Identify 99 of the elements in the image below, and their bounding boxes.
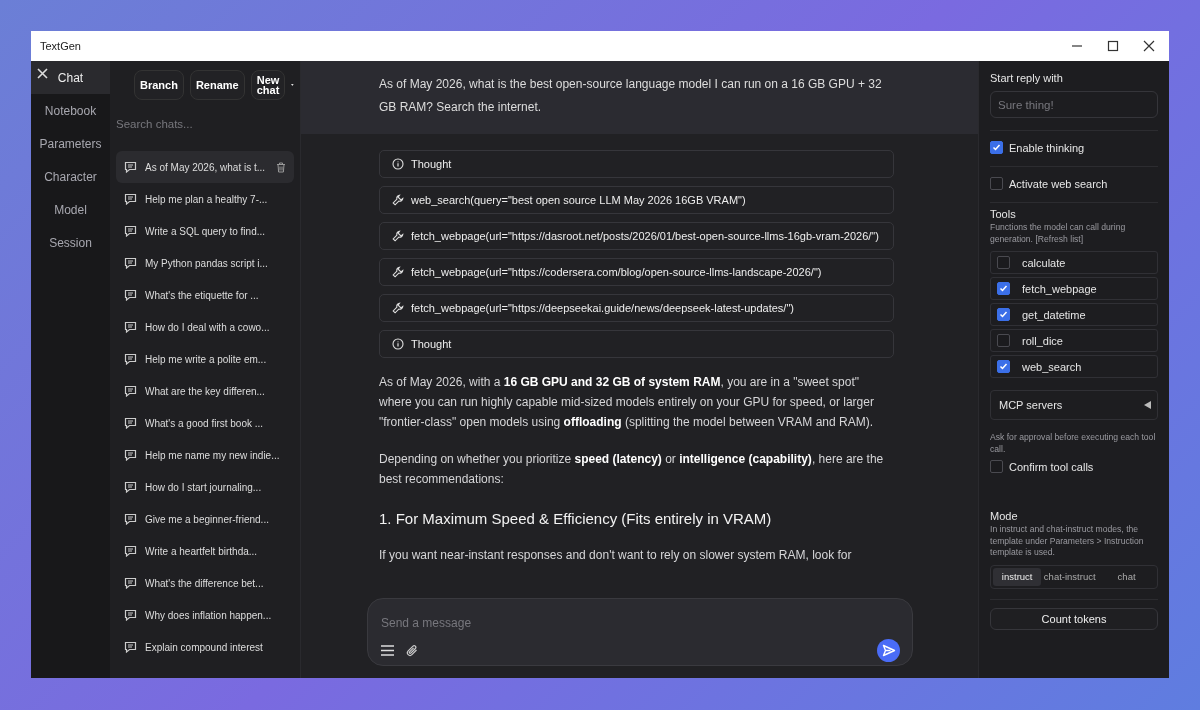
checkbox-label: Confirm tool calls: [1009, 460, 1094, 473]
chat-bubble-icon: [124, 321, 137, 333]
nav-tab[interactable]: Character: [31, 160, 110, 193]
chat-bubble-icon: [124, 481, 137, 493]
checkbox-label: Activate web search: [1009, 177, 1108, 190]
mode-option[interactable]: instruct: [993, 567, 1042, 586]
chat-item[interactable]: Give me a beginner-friend...: [116, 503, 294, 535]
user-message: As of May 2026, what is the best open-source language model I can run on a 16 GB GPU + 32 GB RAM? Search the internet.: [379, 76, 883, 116]
nav-tab[interactable]: Notebook: [31, 94, 110, 127]
reply-paragraph: If you want near-instant responses and don't want to rely on slower system RAM, look for: [379, 547, 853, 564]
checkbox[interactable]: [997, 256, 1010, 269]
reply-paragraph: Depending on whether you prioritize speed (latency) or intelligence (capability), here are the best recommendations:: [379, 451, 885, 488]
chat-item[interactable]: What are the key differen...: [116, 375, 294, 407]
tool-option[interactable]: calculate: [990, 251, 1158, 274]
chat-item[interactable]: What's the etiquette for ...: [116, 279, 294, 311]
chat-bubble-icon: [124, 577, 137, 589]
chat-bubble-icon: [124, 385, 137, 397]
tool-step[interactable]: fetch_webpage(url="https://deepseekai.guide/news/deepseek-latest-updates/"): [379, 294, 894, 322]
chat-bubble-icon: [124, 353, 137, 365]
checkbox[interactable]: [997, 360, 1010, 373]
maximize-icon[interactable]: [1107, 40, 1119, 52]
checkmark-icon: [992, 143, 1001, 152]
chat-bubble-icon: [124, 513, 137, 525]
checkbox[interactable]: [990, 177, 1003, 190]
reply-paragraph: As of May 2026, with a 16 GB GPU and 32 GB of system RAM, you are in a "sweet spot" where you can run highly capable mid-sized models entirely on your GPU for speed, or larger "frontier-class" open models using offloading (splitting the model between VRAM and RAM).: [379, 374, 875, 431]
menu-icon[interactable]: [381, 645, 394, 656]
checkbox[interactable]: [990, 460, 1003, 473]
section-title: Tools: [990, 208, 1017, 220]
mcp-servers-accordion[interactable]: MCP servers: [990, 390, 1158, 420]
nav-tab[interactable]: Session: [31, 226, 110, 259]
nav-tab[interactable]: Parameters: [31, 127, 110, 160]
tool-option[interactable]: roll_dice: [990, 329, 1158, 352]
chat-item[interactable]: Help me write a polite em...: [116, 343, 294, 375]
section-description: Ask for approval before executing each tool call.: [990, 432, 1157, 455]
mode-option[interactable]: chat-instruct: [1041, 567, 1099, 586]
trash-icon[interactable]: [276, 161, 286, 173]
checkbox[interactable]: [997, 334, 1010, 347]
tool-option[interactable]: web_search: [990, 355, 1158, 378]
chat-bubble-icon: [124, 225, 137, 237]
chat-action-button[interactable]: New chat: [250, 70, 286, 100]
section-description: Functions the model can call during generation. [Refresh list]: [990, 222, 1127, 245]
chat-bubble-icon: [124, 289, 137, 301]
checkmark-icon: [999, 284, 1008, 293]
tool-step[interactable]: Thought: [379, 150, 894, 178]
chat-action-button[interactable]: Branch: [134, 70, 184, 100]
nav-tab[interactable]: Chat: [31, 61, 110, 94]
reply-heading: 1. For Maximum Speed & Efficiency (Fits entirely in VRAM): [379, 510, 773, 527]
chat-item[interactable]: Explain compound interest: [116, 631, 294, 663]
chat-item[interactable]: Write a heartfelt birthda...: [116, 535, 294, 567]
wrench-icon: [392, 194, 404, 206]
chat-item[interactable]: Help me name my new indie...: [116, 439, 294, 471]
tool-option[interactable]: fetch_webpage: [990, 277, 1158, 300]
send-button[interactable]: [877, 639, 900, 662]
nav-tab[interactable]: Model: [31, 193, 110, 226]
wrench-icon: [392, 302, 404, 314]
tool-step[interactable]: Thought: [379, 330, 894, 358]
checkbox[interactable]: [997, 308, 1010, 321]
field-label: Start reply with: [990, 72, 1064, 84]
checkbox-label: Enable thinking: [1009, 141, 1085, 154]
chat-bubble-icon: [124, 545, 137, 557]
section-description: In instruct and chat-instruct modes, the template under Parameters > Instruction template is used.: [990, 524, 1145, 559]
chat-bubble-icon: [124, 257, 137, 269]
chat-item[interactable]: Write a SQL query to find...: [116, 215, 294, 247]
chat-bubble-icon: [124, 449, 137, 461]
chat-item[interactable]: What's the difference bet...: [116, 567, 294, 599]
chat-bubble-icon: [124, 193, 137, 205]
chat-item[interactable]: How do I start journaling...: [116, 471, 294, 503]
count-tokens-button[interactable]: Count tokens: [990, 607, 1158, 630]
chat-bubble-icon: [124, 641, 137, 653]
search-field[interactable]: Search chats...: [116, 110, 294, 137]
tool-step[interactable]: web_search(query="best open source LLM May 2026 16GB VRAM"): [379, 186, 894, 214]
chat-item[interactable]: Help me plan a healthy 7-...: [116, 183, 294, 215]
paperclip-icon[interactable]: [406, 644, 419, 657]
checkmark-icon: [999, 362, 1008, 371]
tool-step[interactable]: fetch_webpage(url="https://codersera.com/blog/open-source-llms-landscape-2026/"): [379, 258, 894, 286]
checkbox[interactable]: [997, 282, 1010, 295]
chat-bubble-icon: [124, 417, 137, 429]
tool-step[interactable]: fetch_webpage(url="https://dasroot.net/posts/2026/01/best-open-source-llms-16gb-vram-2026/"): [379, 222, 894, 250]
info-icon: [392, 158, 404, 170]
chat-action-button[interactable]: Rename: [189, 70, 245, 100]
section-title: Mode: [990, 510, 1019, 522]
chat-item[interactable]: My Python pandas script i...: [116, 247, 294, 279]
chat-bubble-icon: [124, 161, 137, 173]
tool-option[interactable]: get_datetime: [990, 303, 1158, 326]
wrench-icon: [392, 266, 404, 278]
chat-item[interactable]: As of May 2026, what is t...: [116, 151, 294, 183]
window-title: TextGen: [40, 40, 81, 52]
chat-item[interactable]: How do I deal with a cowo...: [116, 311, 294, 343]
wrench-icon: [392, 230, 404, 242]
start-reply-field[interactable]: Sure thing!: [990, 91, 1158, 118]
checkmark-icon: [999, 310, 1008, 319]
message-input[interactable]: Send a message: [381, 616, 900, 630]
info-icon: [392, 338, 404, 350]
chat-bubble-icon: [124, 609, 137, 621]
chat-item[interactable]: What's a good first book ...: [116, 407, 294, 439]
mode-option[interactable]: chat: [1098, 567, 1155, 586]
close-icon[interactable]: [1143, 40, 1155, 52]
checkbox[interactable]: [990, 141, 1003, 154]
chat-item[interactable]: Why does inflation happen...: [116, 599, 294, 631]
